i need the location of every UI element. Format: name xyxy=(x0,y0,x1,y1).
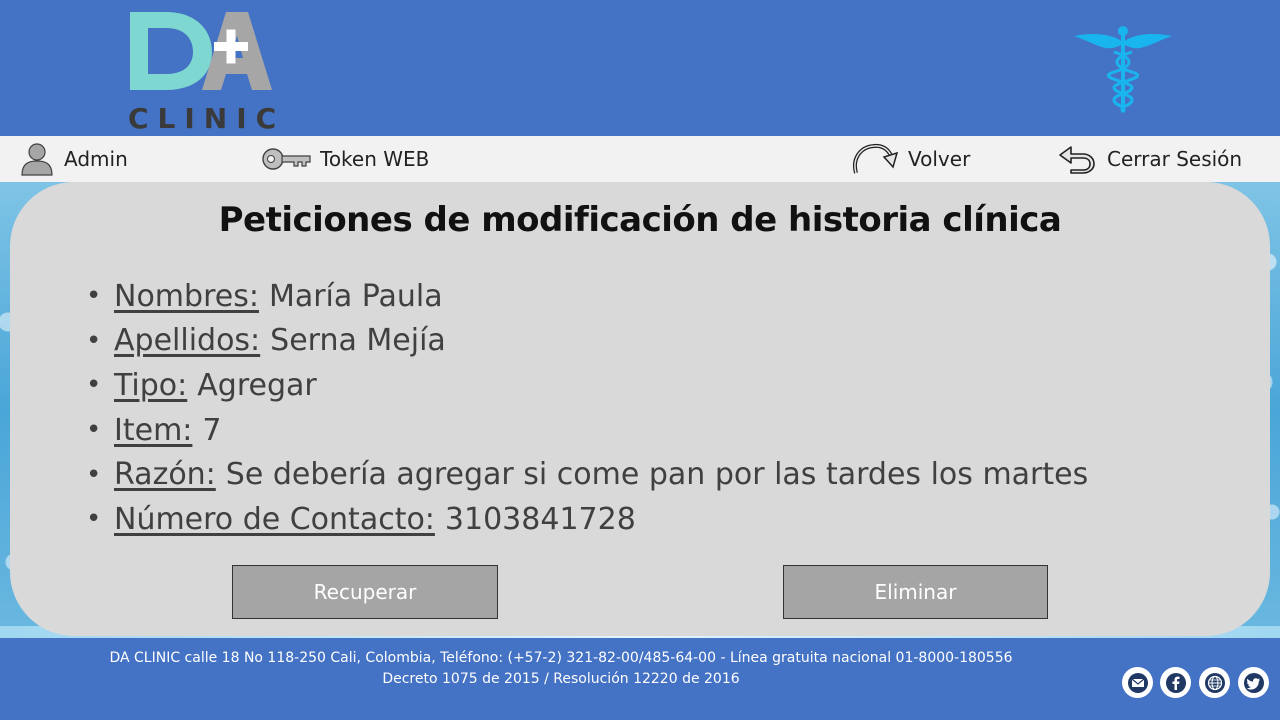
logo-da-mark xyxy=(130,12,272,90)
detail-key: Apellidos: xyxy=(114,323,261,359)
top-nav: Admin Token WEB Volver Cerrar Sesión xyxy=(0,136,1280,182)
detail-value: Agregar xyxy=(197,367,317,403)
bullet: • xyxy=(86,504,102,535)
detail-key: Razón: xyxy=(114,457,216,493)
detail-value: María Paula xyxy=(268,278,443,314)
detail-key: Nombres: xyxy=(114,278,259,314)
nav-token-web[interactable]: Token WEB xyxy=(262,136,429,182)
bullet: • xyxy=(86,415,102,446)
twitter-icon[interactable] xyxy=(1238,667,1269,698)
nav-token-label: Token WEB xyxy=(320,147,430,171)
nav-volver-label: Volver xyxy=(908,147,971,171)
nav-admin[interactable]: Admin xyxy=(20,136,128,182)
footer: DA CLINIC calle 18 No 118-250 Cali, Colo… xyxy=(0,638,1280,720)
redo-arrow-icon xyxy=(853,143,898,174)
bullet: • xyxy=(86,370,102,401)
user-icon xyxy=(21,143,53,176)
recuperar-button[interactable]: Recuperar xyxy=(232,565,498,619)
return-arrow-icon xyxy=(1059,146,1095,174)
key-icon xyxy=(262,148,311,170)
page-title: Peticiones de modificación de historia c… xyxy=(218,200,1062,240)
request-details: • Nombres: María Paula • Apellidos: Sern… xyxy=(86,274,1088,542)
detail-item: • Item: 7 xyxy=(86,408,1088,453)
mail-icon[interactable] xyxy=(1122,667,1153,698)
logo-clinic-word: CLINIC xyxy=(128,102,286,135)
eliminar-button[interactable]: Eliminar xyxy=(783,565,1048,619)
detail-key: Tipo: xyxy=(114,367,188,403)
facebook-icon[interactable] xyxy=(1160,667,1191,698)
bullet: • xyxy=(86,459,102,490)
caduceus-icon xyxy=(1074,26,1172,113)
bullet: • xyxy=(86,281,102,312)
detail-value: Se debería agregar si come pan por las t… xyxy=(225,457,1089,493)
request-card: Peticiones de modificación de historia c… xyxy=(10,182,1270,636)
da-clinic-logo: CLINIC xyxy=(126,8,276,135)
footer-legal: Decreto 1075 de 2015 / Resolución 12220 … xyxy=(382,671,740,687)
detail-value: 7 xyxy=(202,412,222,448)
nav-volver[interactable]: Volver xyxy=(850,136,970,182)
nav-admin-label: Admin xyxy=(64,147,128,171)
detail-key: Item: xyxy=(114,412,193,448)
detail-contacto: • Número de Contacto: 3103841728 xyxy=(86,497,1088,542)
detail-tipo: • Tipo: Agregar xyxy=(86,363,1088,408)
nav-cerrar-label: Cerrar Sesión xyxy=(1107,147,1243,171)
header: CLINIC xyxy=(0,0,1280,136)
nav-cerrar-sesion[interactable]: Cerrar Sesión xyxy=(1057,136,1242,182)
globe-icon[interactable] xyxy=(1199,667,1230,698)
detail-apellidos: • Apellidos: Serna Mejía xyxy=(86,319,1088,364)
detail-razon: • Razón: Se debería agregar si come pan … xyxy=(86,452,1088,497)
footer-address: DA CLINIC calle 18 No 118-250 Cali, Colo… xyxy=(109,650,1013,666)
detail-value: Serna Mejía xyxy=(270,323,446,359)
detail-nombres: • Nombres: María Paula xyxy=(86,274,1088,319)
detail-key: Número de Contacto: xyxy=(114,501,435,537)
bullet: • xyxy=(86,325,102,356)
detail-value: 3103841728 xyxy=(444,501,636,537)
